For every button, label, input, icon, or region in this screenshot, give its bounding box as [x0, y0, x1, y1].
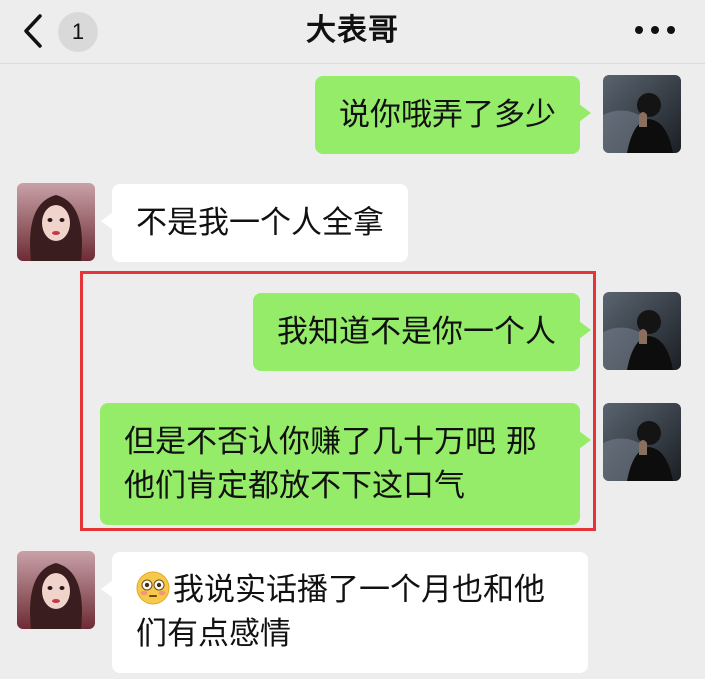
message-bubble-sent[interactable]: 我知道不是你一个人 — [253, 293, 591, 371]
message-bubble-received[interactable]: 不是我一个人全拿 — [101, 184, 408, 262]
message-line: 我说实话播了一个月也和他 — [136, 568, 564, 612]
message-line: 他们肯定都放不下这口气 — [124, 468, 465, 504]
my-avatar[interactable] — [603, 75, 681, 153]
message-bubble-received[interactable]: 我说实话播了一个月也和他 们有点感情 — [101, 552, 588, 673]
more-dots-icon[interactable] — [635, 20, 675, 40]
contact-avatar[interactable] — [17, 183, 95, 261]
message-bubble-sent[interactable]: 说你哦弄了多少 — [315, 76, 591, 154]
unread-count-badge[interactable]: 1 — [58, 12, 98, 52]
back-chevron-icon[interactable] — [18, 12, 48, 50]
message-line: 但是不否认你赚了几十万吧 那 — [124, 424, 537, 460]
flushed-face-emoji-icon — [136, 571, 170, 605]
contact-avatar[interactable] — [17, 551, 95, 629]
message-line: 们有点感情 — [136, 616, 291, 652]
message-bubble-sent[interactable]: 但是不否认你赚了几十万吧 那 他们肯定都放不下这口气 — [100, 403, 591, 525]
chat-title: 大表哥 — [306, 13, 399, 48]
chat-header: 1 大表哥 — [0, 0, 705, 64]
my-avatar[interactable] — [603, 403, 681, 481]
message-text: 我说实话播了一个月也和他 — [173, 572, 545, 608]
my-avatar[interactable] — [603, 292, 681, 370]
